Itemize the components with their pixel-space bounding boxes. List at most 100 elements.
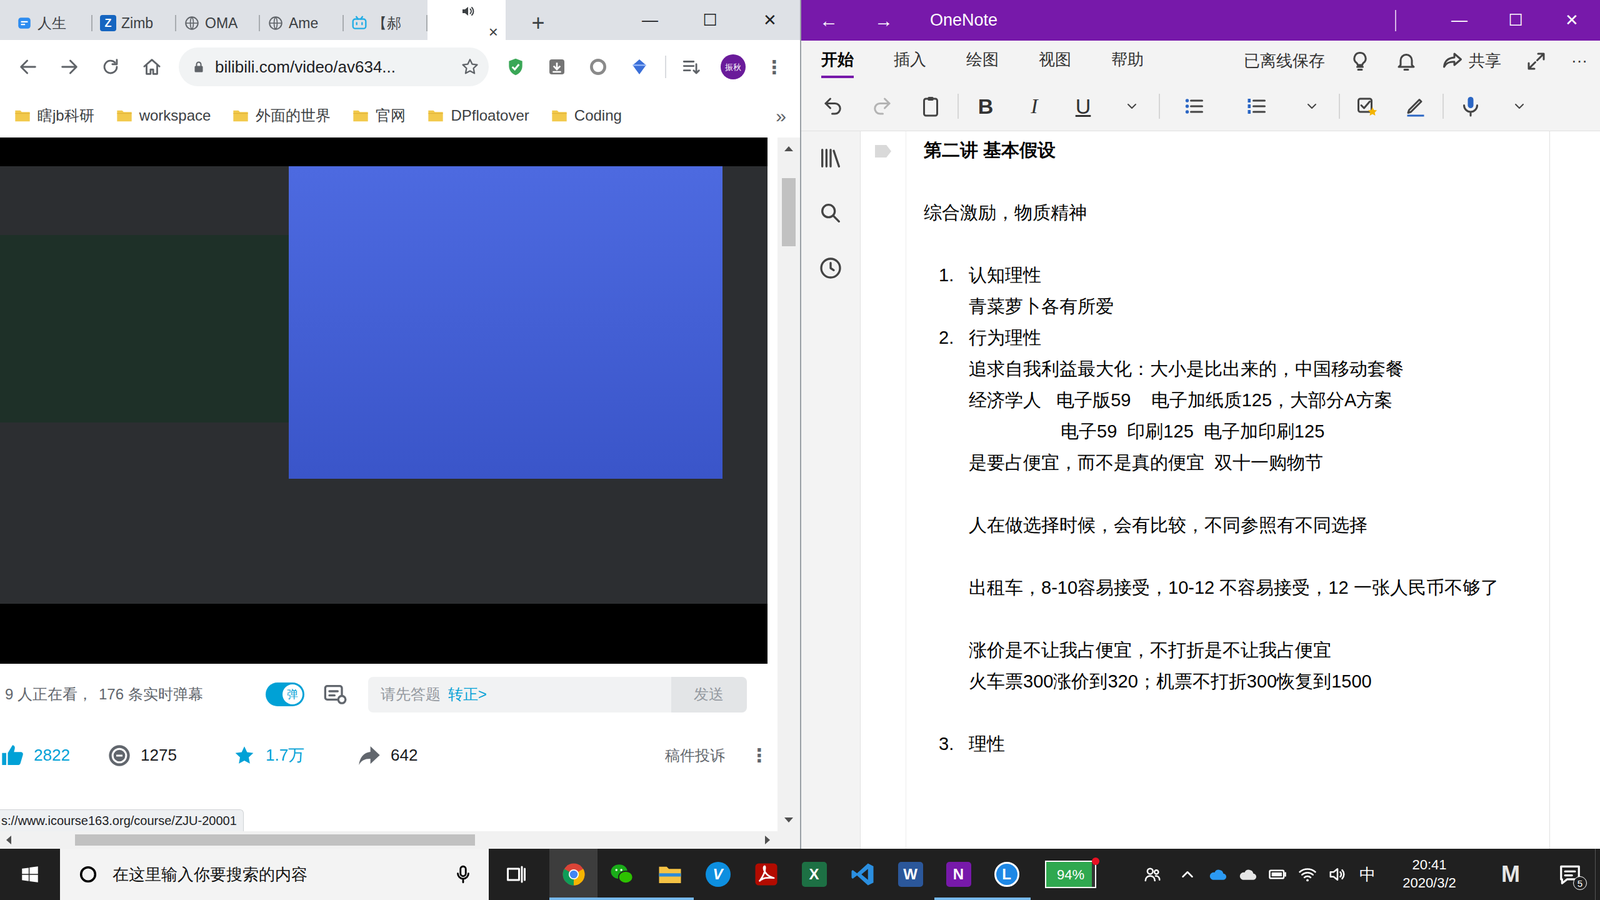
recent-notes-icon[interactable] [818,255,844,281]
clipboard-button[interactable] [906,86,955,127]
minimize-button[interactable]: — [1431,0,1488,41]
ribbon-tab[interactable]: 帮助 [1091,40,1164,82]
bookmark-star-icon[interactable] [460,56,480,77]
ribbon-tab[interactable]: 视图 [1018,40,1092,82]
todo-tag-button[interactable] [1342,86,1392,127]
browser-tab[interactable]: 人生 [8,6,93,40]
forward-button[interactable]: → [856,0,912,41]
undo-button[interactable] [808,86,858,127]
word-taskbar-button[interactable]: W [886,848,935,900]
danmaku-settings-icon[interactable] [323,681,349,707]
video-frame[interactable] [0,166,768,604]
maximize-button[interactable]: ☐ [680,0,740,40]
back-button[interactable]: ← [801,0,857,41]
scroll-up-button[interactable] [784,146,794,152]
bookmark-folder[interactable]: workspace [108,100,219,132]
taskbar-search[interactable] [60,848,489,900]
bell-icon[interactable] [1395,50,1418,73]
show-desktop-button[interactable] [1595,848,1600,900]
upgrade-link[interactable]: 转正> [448,683,487,706]
input-method[interactable]: 中 [1352,848,1383,900]
forward-button[interactable] [50,47,89,87]
expand-icon[interactable] [1525,50,1548,73]
battery-tray-button[interactable] [1262,848,1293,900]
onenote-taskbar-button[interactable]: N [934,848,983,900]
extension-button[interactable] [496,47,535,87]
search-icon[interactable] [818,200,844,226]
taskbar-search-input[interactable] [112,862,439,887]
acrobat-taskbar-button[interactable] [741,848,790,900]
tray-app-logo[interactable]: M [1476,848,1545,900]
share-button[interactable]: 共享 [1441,48,1502,74]
minimize-button[interactable]: — [620,0,680,40]
task-view-button[interactable] [488,848,544,900]
close-button[interactable]: ✕ [740,0,800,40]
maximize-button[interactable]: ☐ [1487,0,1544,41]
italic-button[interactable]: I [1010,86,1059,127]
bookmark-folder[interactable]: 外面的世界 [224,100,339,132]
horizontal-scrollbar[interactable] [0,831,800,849]
list-options-chevron-button[interactable] [1287,86,1337,127]
bookmark-folder[interactable]: Coding [543,100,630,132]
chrome-taskbar-button[interactable] [549,848,598,900]
people-tray-button[interactable] [1132,848,1173,900]
favorite-stat[interactable]: 1.7万 [231,743,357,769]
explorer-taskbar-button[interactable] [645,848,694,900]
browser-menu-button[interactable]: ⋮ [755,47,794,87]
browser-tab[interactable]: × [427,0,506,40]
font-options-chevron-button[interactable] [1107,86,1157,127]
ribbon-tab[interactable]: 绘图 [946,40,1019,82]
danmaku-input[interactable]: 请先答题转正> [368,676,672,713]
reload-button[interactable] [91,47,130,87]
home-button[interactable] [132,47,172,87]
dictate-mic-button[interactable] [1446,86,1495,127]
browser-tab[interactable]: OMA [176,6,260,40]
chevron-tray-button[interactable] [1172,848,1203,900]
ribbon-tab[interactable]: 开始 [801,40,874,82]
paragraph-handle-icon[interactable] [875,145,892,158]
browser-tab[interactable]: 【郝 [343,6,428,40]
report-link[interactable]: 稿件投诉 [665,744,725,767]
lapp-taskbar-button[interactable]: L [982,848,1031,900]
more-bookmarks-button[interactable]: » [766,101,795,130]
like-stat[interactable]: 2822 [0,743,107,769]
numbered-list-button[interactable] [1225,86,1288,127]
battery-widget[interactable]: 94% [1045,848,1097,900]
lightbulb-icon[interactable] [1348,50,1372,73]
styles-pen-button[interactable] [1391,86,1440,127]
onedrive-tray-button[interactable] [1202,848,1233,900]
excel-taskbar-button[interactable]: X [790,848,839,900]
speaker-icon[interactable] [460,3,476,19]
browser-tab[interactable]: ZZimb [92,6,177,40]
note-page[interactable]: 第二讲 基本假设综合激励，物质精神1.认知理性青菜萝卜各有所爱2.行为理性追求自… [905,131,1550,849]
scroll-right-button[interactable] [765,835,770,845]
redo-button[interactable] [857,86,907,127]
microphone-icon[interactable] [452,863,474,885]
bookmark-folder[interactable]: 官网 [344,100,414,132]
close-tab-button[interactable]: × [488,23,499,40]
ribbon-tab[interactable]: 插入 [873,40,947,82]
scroll-down-button[interactable] [784,817,794,823]
vertical-scrollbar[interactable] [777,137,800,832]
cloud-tray-button[interactable] [1232,848,1263,900]
danmaku-toggle[interactable]: 弹 [265,682,305,707]
bookmark-folder[interactable]: 瞎jb科研 [6,100,102,132]
start-button[interactable] [0,848,60,900]
share-stat[interactable]: 642 [356,743,482,769]
browser-tab[interactable]: Ame [260,6,344,40]
action-center-button[interactable]: 5 [1545,848,1595,900]
extension-button[interactable] [620,47,659,87]
vscode-taskbar-button[interactable] [838,848,887,900]
send-button[interactable]: 发送 [671,676,747,713]
scroll-thumb[interactable] [781,178,796,247]
address-bar[interactable]: bilibili.com/video/av634... [178,47,489,87]
profile-button[interactable]: 振秋 [713,47,753,87]
notebooks-icon[interactable] [818,145,844,171]
wechat-taskbar-button[interactable] [597,848,646,900]
bookmark-folder[interactable]: DPfloatover [419,100,537,132]
more-button[interactable]: ⋮ [750,741,769,770]
back-button[interactable] [8,47,48,87]
reading-list-button[interactable] [672,47,712,87]
bold-button[interactable]: B [961,86,1010,127]
extension-button[interactable] [578,47,618,87]
